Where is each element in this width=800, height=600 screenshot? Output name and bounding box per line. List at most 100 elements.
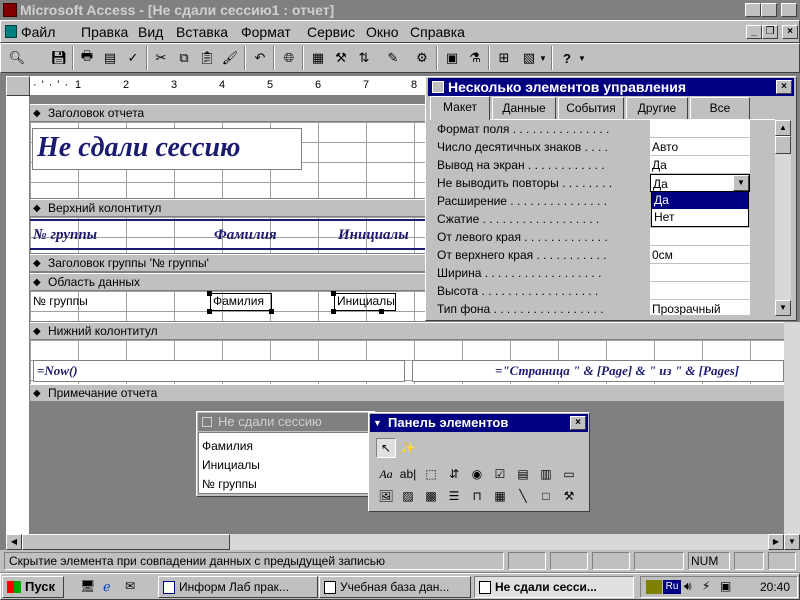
menu-edit[interactable]: Правка	[81, 24, 128, 40]
detail-field-group[interactable]: № группы	[33, 294, 88, 308]
prop-name[interactable]: Высота . . . . . . . . . . . . . . . . .…	[437, 282, 650, 300]
rectangle-tool-icon[interactable]: □	[536, 486, 556, 506]
close-button[interactable]: ×	[781, 3, 797, 17]
menu-window[interactable]: Окно	[366, 24, 399, 40]
section-page-footer[interactable]: ◆ Нижний колонтитул	[30, 322, 800, 340]
doc-minimize-button[interactable]: _	[746, 25, 762, 39]
taskbar-task[interactable]: Учебная база дан...	[319, 576, 471, 598]
toolbox-icon[interactable]: ⚒	[330, 47, 352, 69]
tray-lang-icon[interactable]: Ru	[663, 580, 681, 594]
prop-name[interactable]: Расширение . . . . . . . . . . . . . . .	[437, 192, 650, 210]
restore-button[interactable]: ❐	[761, 3, 777, 17]
tray-network-icon[interactable]: ⚡	[702, 579, 710, 593]
scroll-thumb[interactable]	[22, 534, 230, 550]
property-sheet-close-button[interactable]: ×	[776, 80, 792, 94]
tab-other[interactable]: Другие	[626, 97, 688, 119]
new-object-dropdown-icon[interactable]: ▼	[537, 47, 549, 69]
list-box-icon[interactable]: ▥	[536, 464, 556, 484]
tray-monitor-icon[interactable]: ▣	[720, 579, 731, 593]
menu-file[interactable]: Файл	[21, 24, 55, 40]
selection-handle[interactable]	[269, 309, 274, 314]
image-tool-icon[interactable]: 🖼︎	[376, 486, 396, 506]
prop-value[interactable]	[650, 282, 750, 300]
textbox-tool-icon[interactable]: ab|	[398, 464, 418, 484]
section-report-footer[interactable]: ◆ Примечание отчета	[30, 384, 800, 402]
undo-icon[interactable]: ↶	[249, 47, 271, 69]
format-painter-icon[interactable]: 🖌︎	[219, 47, 241, 69]
database-window-icon[interactable]: ⊞	[493, 47, 515, 69]
field-list-item[interactable]: Фамилия	[202, 439, 253, 453]
menu-help[interactable]: Справка	[410, 24, 465, 40]
sorting-grouping-icon[interactable]: ⇅	[353, 47, 375, 69]
cut-icon[interactable]: ✂	[150, 47, 172, 69]
page-break-icon[interactable]: ☰	[444, 486, 464, 506]
section-report-header[interactable]: ◆ Заголовок отчета	[30, 104, 425, 122]
unbound-frame-icon[interactable]: ▨	[398, 486, 418, 506]
header-label-initials[interactable]: Инициалы	[338, 227, 409, 244]
report-title-label[interactable]: Не сдали сессию	[37, 132, 240, 164]
bound-frame-icon[interactable]: ▩	[421, 486, 441, 506]
tab-layout[interactable]: Макет	[430, 96, 490, 120]
detail-field-surname[interactable]: Фамилия	[213, 294, 264, 308]
prop-name[interactable]: От верхнего края . . . . . . . . . . .	[437, 246, 650, 264]
tab-control-icon[interactable]: ⊓	[467, 486, 487, 506]
prop-name[interactable]: Формат поля . . . . . . . . . . . . . . …	[437, 120, 650, 138]
prop-name[interactable]: Число десятичных знаков . . . .	[437, 138, 650, 156]
scroll-down-button[interactable]: ▼	[784, 534, 800, 550]
field-list-item[interactable]: № группы	[202, 477, 257, 491]
toolbox-close-button[interactable]: ×	[570, 416, 586, 430]
prop-value[interactable]: Да	[650, 156, 750, 174]
tab-data[interactable]: Данные	[492, 97, 556, 119]
quicklaunch-desktop-icon[interactable]: 🖥︎	[80, 579, 96, 595]
code-icon[interactable]: ⚙	[411, 47, 433, 69]
combo-box-icon[interactable]: ▤	[513, 464, 533, 484]
toolbox-menu-icon[interactable]: ▼	[373, 414, 382, 432]
footer-now-box[interactable]	[33, 360, 405, 382]
selection-handle[interactable]	[331, 291, 336, 296]
section-detail[interactable]: ◆ Область данных	[30, 273, 425, 291]
prop-value[interactable]	[650, 228, 750, 246]
tray-volume-icon[interactable]: 🔊︎	[684, 579, 692, 594]
section-group-header[interactable]: ◆ Заголовок группы '№ группы'	[30, 254, 425, 272]
prop-name[interactable]: Не выводить повторы . . . . . . . .	[437, 174, 650, 192]
toggle-button-icon[interactable]: ⇵	[444, 464, 464, 484]
doc-restore-button[interactable]: ❐	[762, 25, 778, 39]
help-dropdown-icon[interactable]: ▼	[576, 47, 588, 69]
line-tool-icon[interactable]: ╲	[513, 486, 533, 506]
label-tool-icon[interactable]: Aa	[376, 464, 396, 484]
tray-app-icon[interactable]	[646, 580, 662, 594]
menu-insert[interactable]: Вставка	[176, 24, 228, 40]
quicklaunch-outlook-icon[interactable]: ✉	[125, 579, 141, 595]
quicklaunch-ie-icon[interactable]: ℯ	[103, 579, 119, 595]
start-button[interactable]: Пуск	[2, 576, 64, 598]
doc-close-button[interactable]: ×	[782, 25, 798, 39]
more-controls-icon[interactable]: ⚒	[559, 486, 579, 506]
option-button-icon[interactable]: ◉	[467, 464, 487, 484]
dropdown-option[interactable]: Нет	[652, 209, 748, 226]
control-wizards-icon[interactable]: ✨	[398, 438, 418, 458]
dropdown-arrow-icon[interactable]: ▼	[733, 175, 749, 191]
document-icon[interactable]	[5, 25, 17, 38]
minimize-button[interactable]: _	[745, 3, 761, 17]
section-page-header[interactable]: ◆ Верхний колонтитул	[30, 199, 425, 217]
taskbar-task[interactable]: Информ Лаб прак...	[158, 576, 318, 598]
spelling-icon[interactable]: ✓	[122, 47, 144, 69]
paste-icon[interactable]: 📋︎	[196, 47, 218, 69]
taskbar-task-active[interactable]: Не сдали сесси...	[474, 576, 634, 598]
tab-all[interactable]: Все	[690, 97, 750, 119]
footer-now-field[interactable]: =Now()	[37, 363, 78, 379]
field-list-item[interactable]: Инициалы	[202, 458, 260, 472]
prop-name[interactable]: Сжатие . . . . . . . . . . . . . . . . .…	[437, 210, 650, 228]
save-icon[interactable]: 💾︎	[48, 47, 70, 69]
properties-icon[interactable]: ▣	[441, 47, 463, 69]
property-scroll-down-button[interactable]: ▼	[775, 300, 791, 316]
view-icon[interactable]: 🔍︎	[6, 47, 28, 69]
prop-value[interactable]	[650, 120, 750, 138]
scroll-right-button[interactable]: ▶	[768, 534, 784, 550]
preview-icon[interactable]: ▤	[99, 47, 121, 69]
menu-tools[interactable]: Сервис	[307, 24, 355, 40]
vertical-scrollbar[interactable]	[784, 322, 800, 534]
help-icon[interactable]: ?	[556, 47, 578, 69]
prop-value[interactable]	[650, 264, 750, 282]
prop-name[interactable]: Ширина . . . . . . . . . . . . . . . . .…	[437, 264, 650, 282]
